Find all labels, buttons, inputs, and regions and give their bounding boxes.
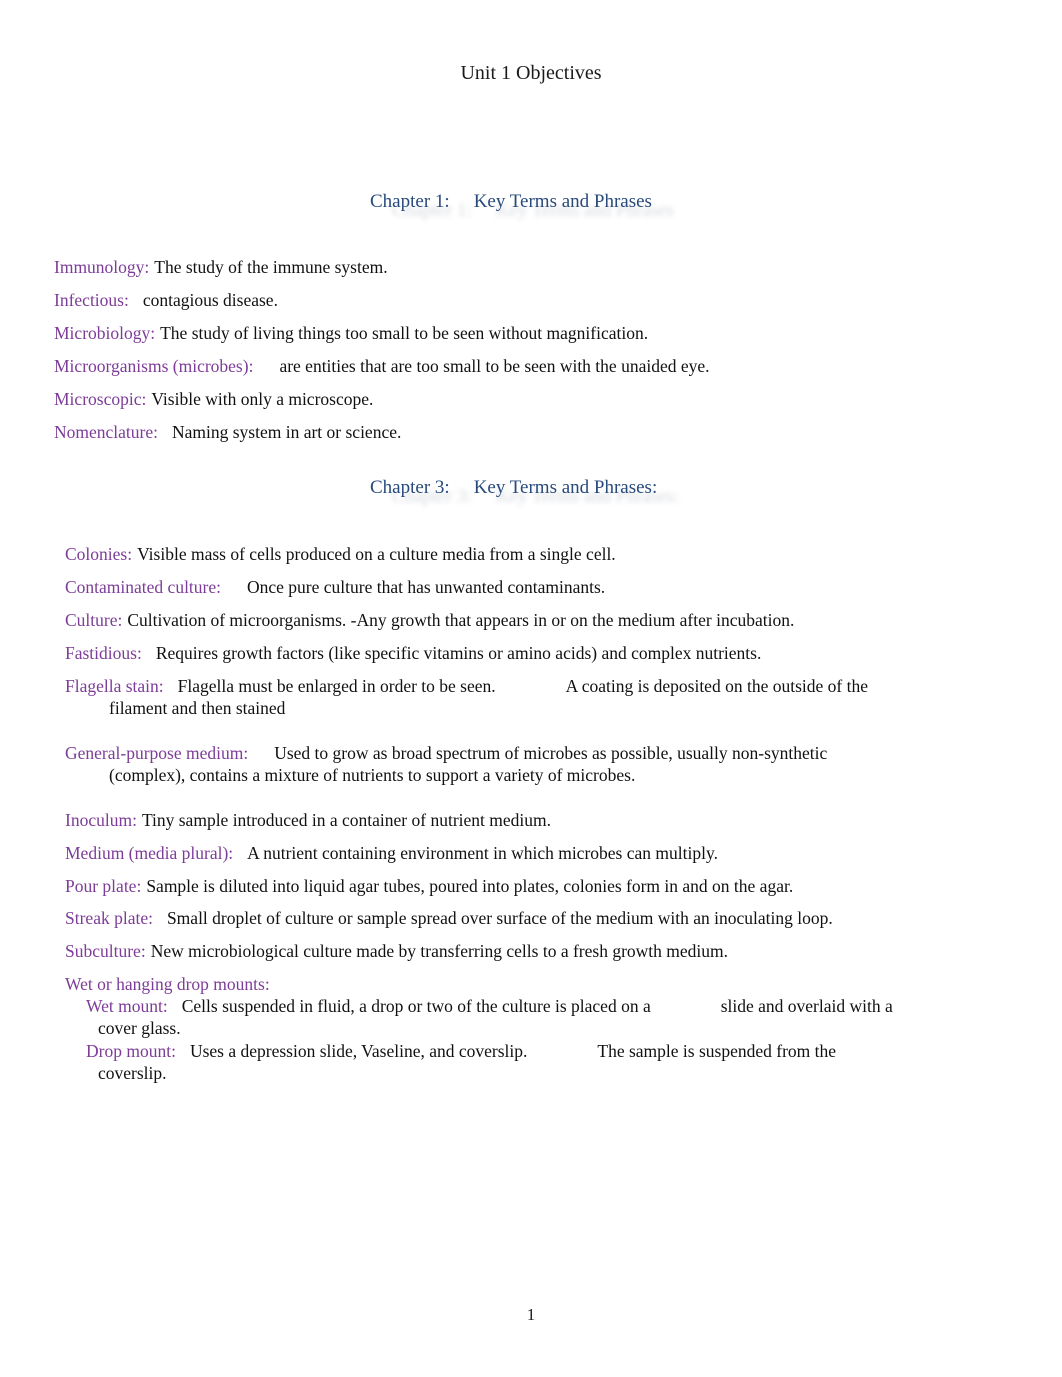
definition-text: Naming system in art or science. [171,422,402,442]
definition-text: Sample is diluted into liquid agar tubes… [146,876,794,896]
term-label: Nomenclature: [54,422,158,442]
continuation-text: cover glass. [98,1018,181,1038]
definition-entry: Culture: Cultivation of microorganisms. -… [65,609,1025,631]
chapter-3-label: Chapter 3: [370,477,450,498]
definition-text: Small droplet of culture or sample sprea… [166,908,833,928]
definition-entry: Pour plate: Sample is diluted into liquid… [65,875,1025,897]
definition-text: New microbiological culture made by tran… [150,941,729,961]
term-label: Immunology: [54,257,150,277]
definition-text: Cells suspended in fluid, a drop or two … [181,996,651,1016]
continuation-text: (complex), contains a mixture of nutrien… [109,765,636,785]
definition-text: Requires growth factors (like specific v… [155,643,762,663]
chapter-3-heading: Chapter 3: Key Terms and Phrases: [370,475,657,501]
definition-entry: Microorganisms (microbes): are entities t… [54,355,1014,377]
term-label: Wet mount: [86,996,168,1016]
term-label: Inoculum: [65,810,137,830]
term-label: Pour plate: [65,876,142,896]
term-label: Colonies: [65,544,133,564]
term-label: Microorganisms (microbes): [54,356,254,376]
definition-entry: Inoculum: Tiny sample introduced in a con… [65,809,1025,831]
definition-text: Visible mass of cells produced on a cult… [137,544,616,564]
definition-text: Cultivation of microorganisms. -Any grow… [127,610,795,630]
definition-entry: Flagella stain: Flagella must be enlarged… [65,675,1025,719]
definition-text: Visible with only a microscope. [151,389,374,409]
definition-entry: Colonies: Visible mass of cells produced … [65,543,1025,565]
continuation-text: filament and then stained [109,698,286,718]
document-page: Unit 1 Objectives Chapter 1: Key Terms an… [0,0,1062,1377]
definition-text: The study of living things too small to … [160,323,649,343]
definition-entry: Medium (media plural): A nutrient contain… [65,842,1025,864]
definition-entry: Microbiology: The study of living things … [54,322,1014,344]
definition-entry: General-purpose medium: Used to grow as b… [65,742,1025,786]
term-label: Infectious: [54,290,129,310]
term-label: Wet or hanging drop mounts: [65,974,270,994]
term-label: Medium (media plural): [65,843,234,863]
term-label: General-purpose medium: [65,743,249,763]
definition-text: Once pure culture that has unwanted cont… [247,577,606,597]
mounts-group-heading: Wet or hanging drop mounts: [65,973,1025,995]
definition-text: are entities that are too small to be se… [279,356,710,376]
definition-text-secondary: A coating is deposited on the outside of… [565,676,868,696]
definition-text: contagious disease. [142,290,278,310]
definition-entry: Drop mount: Uses a depression slide, Vase… [86,1040,1046,1084]
definition-entry: Infectious: contagious disease. [54,289,1014,311]
definition-entry: Wet mount: Cells suspended in fluid, a dr… [86,995,1046,1039]
definition-text-secondary: The sample is suspended from the [597,1041,837,1061]
chapter-3-heading-text: Key Terms and Phrases: [473,477,658,498]
definition-entry: Fastidious: Requires growth factors (like… [65,642,1025,664]
chapter-1-label: Chapter 1: [370,191,450,212]
term-label: Subculture: [65,941,146,961]
definition-entry: Subculture: New microbiological culture m… [65,940,1025,962]
page-number: 1 [526,1305,536,1324]
definition-entry: Nomenclature: Naming system in art or sci… [54,421,1014,443]
term-label: Flagella stain: [65,676,164,696]
definition-text: Uses a depression slide, Vaseline, and c… [189,1041,528,1061]
definition-entry: Streak plate: Small droplet of culture or… [65,907,1025,929]
definition-text: Flagella must be enlarged in order to be… [177,676,496,696]
definition-text: Tiny sample introduced in a container of… [141,810,551,830]
definition-entry: Immunology: The study of the immune syste… [54,256,1014,278]
chapter-1-heading-text: Key Terms and Phrases [473,191,652,212]
continuation-text: coverslip. [98,1063,167,1083]
term-label: Fastidious: [65,643,142,663]
term-label: Microscopic: [54,389,147,409]
term-label: Contaminated culture: [65,577,221,597]
chapter-1-heading: Chapter 1: Key Terms and Phrases [370,189,652,215]
definition-text: Used to grow as broad spectrum of microb… [274,743,828,763]
term-label: Streak plate: [65,908,153,928]
definition-entry: Microscopic: Visible with only a microsco… [54,388,1014,410]
definition-text-secondary: slide and overlaid with a [720,996,893,1016]
definition-text: A nutrient containing environment in whi… [247,843,718,863]
page-title: Unit 1 Objectives [460,62,602,84]
term-label: Culture: [65,610,123,630]
definition-text: The study of the immune system. [154,257,388,277]
term-label: Microbiology: [54,323,156,343]
definition-entry: Contaminated culture: Once pure culture t… [65,576,1025,598]
term-label: Drop mount: [86,1041,176,1061]
